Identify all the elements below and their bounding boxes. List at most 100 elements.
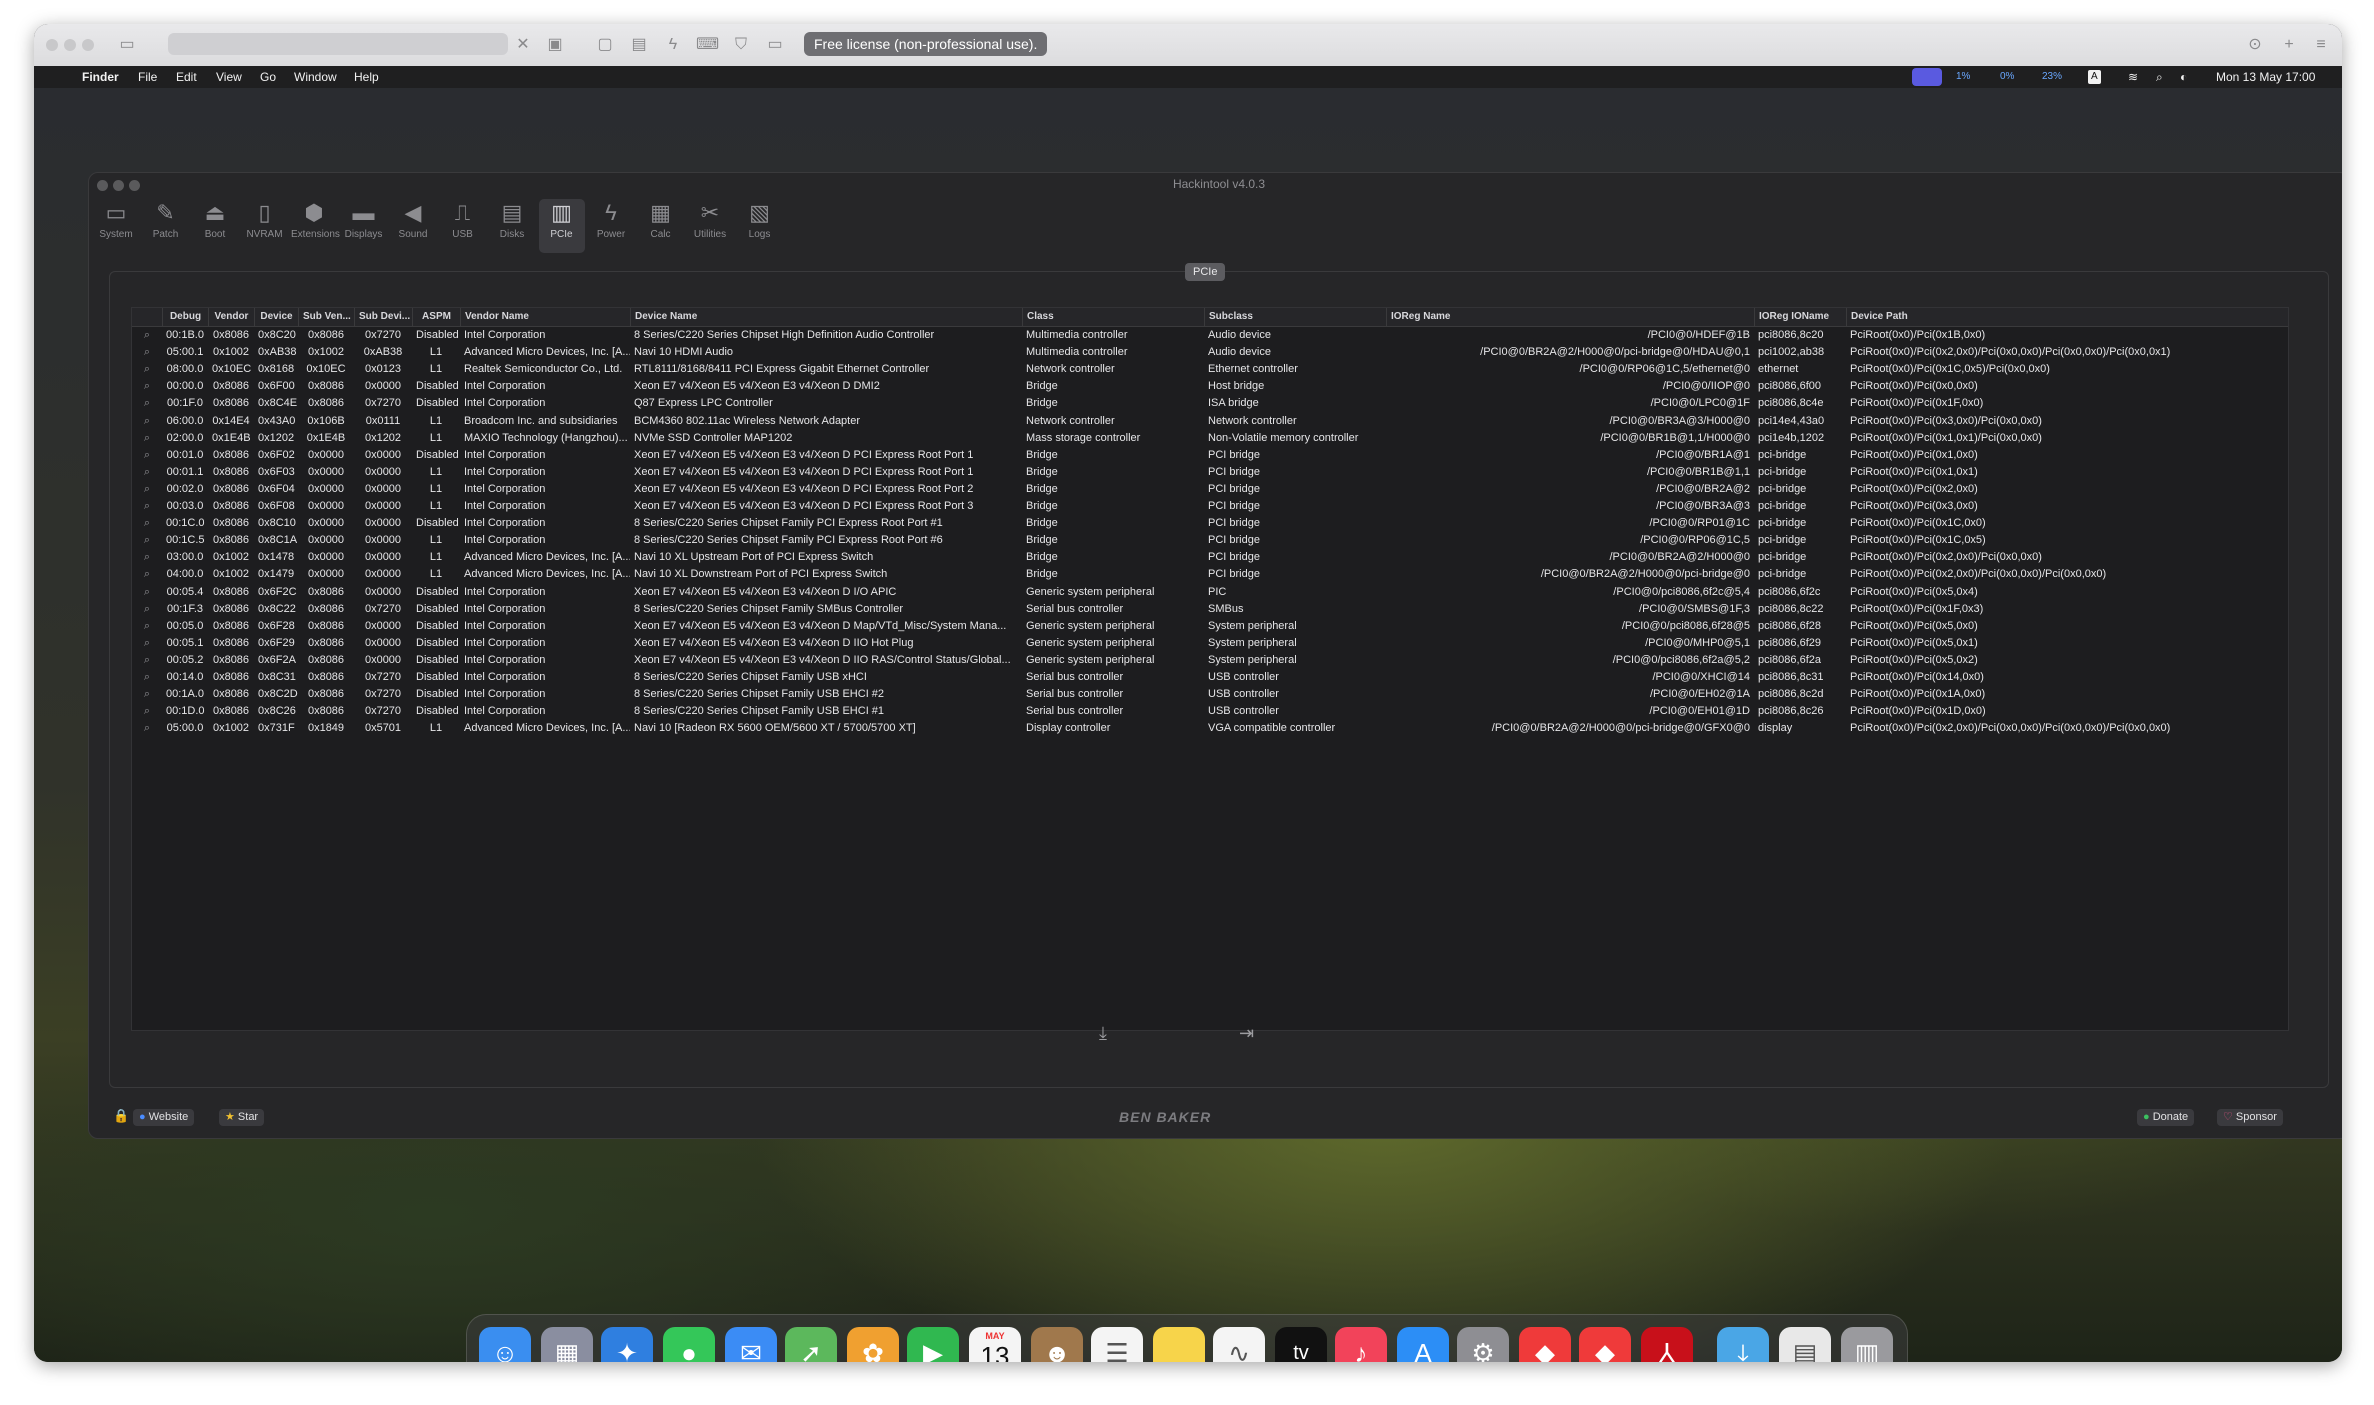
app-store-icon[interactable]: A — [1397, 1327, 1449, 1362]
toolbar-system[interactable]: ▭ System — [93, 199, 139, 253]
magnifier-icon[interactable]: ⌕ — [132, 361, 162, 378]
notes-icon[interactable] — [1153, 1327, 1205, 1362]
table-row[interactable]: ⌕ 00:05.4 0x8086 0x6F2C 0x8086 0x0000 Disabled… — [132, 584, 2288, 601]
column-header[interactable]: Subclass — [1204, 308, 1386, 326]
column-header[interactable]: IOReg IOName — [1754, 308, 1846, 326]
toolbar-extensions[interactable]: ⬢ Extensions — [291, 199, 340, 253]
table-row[interactable]: ⌕ 00:05.1 0x8086 0x6F29 0x8086 0x0000 Disabled… — [132, 635, 2288, 652]
finder-icon[interactable]: ☺ — [479, 1327, 531, 1362]
toolbar-sound[interactable]: ◀ Sound — [390, 199, 436, 253]
column-header[interactable]: ASPM — [412, 308, 460, 326]
magnifier-icon[interactable]: ⌕ — [132, 481, 162, 498]
table-row[interactable]: ⌕ 00:05.0 0x8086 0x6F28 0x8086 0x0000 Disabled… — [132, 618, 2288, 635]
magnifier-icon[interactable]: ⌕ — [132, 601, 162, 618]
menu-edit[interactable]: Edit — [176, 66, 197, 88]
magnifier-icon[interactable]: ⌕ — [132, 430, 162, 447]
table-row[interactable]: ⌕ 08:00.0 0x10EC 0x8168 0x10EC 0x0123 L1 Realte… — [132, 361, 2288, 378]
photos-icon[interactable]: ✿ — [847, 1327, 899, 1362]
magnifier-icon[interactable]: ⌕ — [132, 549, 162, 566]
menu-view[interactable]: View — [216, 66, 242, 88]
column-header[interactable]: Sub Ven... — [298, 308, 354, 326]
screen-sharing-icon[interactable] — [1912, 68, 1942, 86]
magnifier-icon[interactable]: ⌕ — [132, 618, 162, 635]
toolbar-power[interactable]: ϟ Power — [588, 199, 634, 253]
wifi-icon[interactable]: ≋ — [2128, 66, 2138, 88]
magnifier-icon[interactable]: ⌕ — [132, 464, 162, 481]
table-row[interactable]: ⌕ 05:00.1 0x1002 0xAB38 0x1002 0xAB38 L1 Advanc… — [132, 344, 2288, 361]
column-header[interactable]: Vendor — [208, 308, 254, 326]
music-icon[interactable]: ♪ — [1335, 1327, 1387, 1362]
vm-address-field[interactable] — [168, 33, 508, 55]
table-row[interactable]: ⌕ 00:1F.0 0x8086 0x8C4E 0x8086 0x7270 Disabled… — [132, 395, 2288, 412]
toolbar-pcie[interactable]: ▥ PCIe — [538, 199, 585, 253]
reminders-icon[interactable]: ☰ — [1091, 1327, 1143, 1362]
vm-shield-icon[interactable]: ⛉ — [730, 34, 752, 56]
magnifier-icon[interactable]: ⌕ — [132, 515, 162, 532]
cpu-meter[interactable]: 1% — [1956, 66, 1970, 88]
magnifier-icon[interactable]: ⌕ — [132, 395, 162, 412]
table-row[interactable]: ⌕ 04:00.0 0x1002 0x1479 0x0000 0x0000 L1 Advanc… — [132, 566, 2288, 583]
table-row[interactable]: ⌕ 02:00.0 0x1E4B 0x1202 0x1E4B 0x1202 L1 MAXIO … — [132, 430, 2288, 447]
magnifier-icon[interactable]: ⌕ — [132, 344, 162, 361]
gpu-meter[interactable]: 0% — [2000, 66, 2014, 88]
table-row[interactable]: ⌕ 00:05.2 0x8086 0x6F2A 0x8086 0x0000 Disabled… — [132, 652, 2288, 669]
toolbar-logs[interactable]: ▧ Logs — [737, 199, 783, 253]
maps-icon[interactable]: ➚ — [785, 1327, 837, 1362]
vm-power-icon[interactable]: ϟ — [662, 34, 684, 56]
magnifier-icon[interactable]: ⌕ — [132, 720, 162, 737]
pcie-table[interactable]: Debug Vendor Device Sub Ven... Sub Devi... AS… — [131, 307, 2289, 1031]
vm-display-icon[interactable]: ▢ — [594, 34, 616, 56]
column-header[interactable]: Debug — [162, 308, 208, 326]
control-center-icon[interactable]: ◐ — [2180, 66, 2187, 88]
table-row[interactable]: ⌕ 00:1A.0 0x8086 0x8C2D 0x8086 0x7270 Disabled… — [132, 686, 2288, 703]
vm-keyboard-icon[interactable]: ⌨ — [696, 34, 719, 56]
freeform-icon[interactable]: ∿ — [1213, 1327, 1265, 1362]
vm-download-icon[interactable]: ⊙ — [2244, 34, 2266, 56]
menu-help[interactable]: Help — [354, 66, 379, 88]
menubar-clock[interactable]: Mon 13 May 17:00 — [2216, 66, 2315, 88]
table-row[interactable]: ⌕ 00:1F.3 0x8086 0x8C22 0x8086 0x7270 Disabled… — [132, 601, 2288, 618]
spotlight-icon[interactable]: ⌕ — [2156, 66, 2163, 88]
column-header[interactable]: Class — [1022, 308, 1204, 326]
magnifier-icon[interactable]: ⌕ — [132, 703, 162, 720]
vm-close-button[interactable] — [46, 39, 58, 51]
column-header[interactable]: Device Path — [1846, 308, 2288, 326]
input-source-icon[interactable]: A — [2088, 70, 2101, 84]
vm-screenshot-icon[interactable]: ▣ — [544, 34, 566, 56]
system-settings-icon[interactable]: ⚙ — [1457, 1327, 1509, 1362]
table-row[interactable]: ⌕ 00:1C.5 0x8086 0x8C1A 0x0000 0x0000 L1 Intel … — [132, 532, 2288, 549]
magnifier-icon[interactable]: ⌕ — [132, 447, 162, 464]
table-row[interactable]: ⌕ 03:00.0 0x1002 0x1478 0x0000 0x0000 L1 Advanc… — [132, 549, 2288, 566]
vm-add-icon[interactable]: + — [2278, 34, 2300, 56]
magnifier-icon[interactable]: ⌕ — [132, 566, 162, 583]
calendar-icon[interactable]: MAY 13 — [969, 1327, 1021, 1362]
magnifier-icon[interactable]: ⌕ — [132, 413, 162, 430]
table-row[interactable]: ⌕ 00:01.0 0x8086 0x6F02 0x0000 0x0000 Disabled… — [132, 447, 2288, 464]
vm-pen-icon[interactable] — [774, 34, 796, 56]
table-row[interactable]: ⌕ 00:1D.0 0x8086 0x8C26 0x8086 0x7270 Disabled… — [132, 703, 2288, 720]
vm-close-field-icon[interactable]: ✕ — [512, 34, 534, 56]
anydesk-alt-icon[interactable]: ◆ — [1579, 1327, 1631, 1362]
downloads-folder-icon[interactable]: ⤓ — [1717, 1327, 1769, 1362]
menu-finder[interactable]: Finder — [82, 66, 119, 88]
website-button[interactable]: ● Website — [133, 1109, 195, 1126]
vm-message-icon[interactable]: ▤ — [628, 34, 650, 56]
document-stack-icon[interactable]: ▤ — [1779, 1327, 1831, 1362]
table-row[interactable]: ⌕ 00:00.0 0x8086 0x6F00 0x8086 0x0000 Disabled… — [132, 378, 2288, 395]
table-row[interactable]: ⌕ 06:00.0 0x14E4 0x43A0 0x106B 0x0111 L1 Broadc… — [132, 413, 2288, 430]
contacts-icon[interactable]: ☻ — [1031, 1327, 1083, 1362]
toolbar-displays[interactable]: ▬ Displays — [341, 199, 387, 253]
messages-icon[interactable]: ● — [663, 1327, 715, 1362]
column-header[interactable]: Device — [254, 308, 298, 326]
menu-go[interactable]: Go — [260, 66, 276, 88]
table-row[interactable]: ⌕ 00:02.0 0x8086 0x6F04 0x0000 0x0000 L1 Intel … — [132, 481, 2288, 498]
toolbar-nvram[interactable]: ▯ NVRAM — [242, 199, 288, 253]
export-icon[interactable]: ⤓ — [1099, 1023, 1107, 1044]
ram-meter[interactable]: 23% — [2042, 66, 2062, 88]
magnifier-icon[interactable]: ⌕ — [132, 327, 162, 344]
table-row[interactable]: ⌕ 00:1B.0 0x8086 0x8C20 0x8086 0x7270 Disabled… — [132, 327, 2288, 344]
table-row[interactable]: ⌕ 00:14.0 0x8086 0x8C31 0x8086 0x7270 Disabled… — [132, 669, 2288, 686]
star-button[interactable]: ★ Star — [219, 1109, 265, 1126]
donate-button[interactable]: ● Donate — [2137, 1109, 2195, 1126]
magnifier-icon[interactable]: ⌕ — [132, 532, 162, 549]
